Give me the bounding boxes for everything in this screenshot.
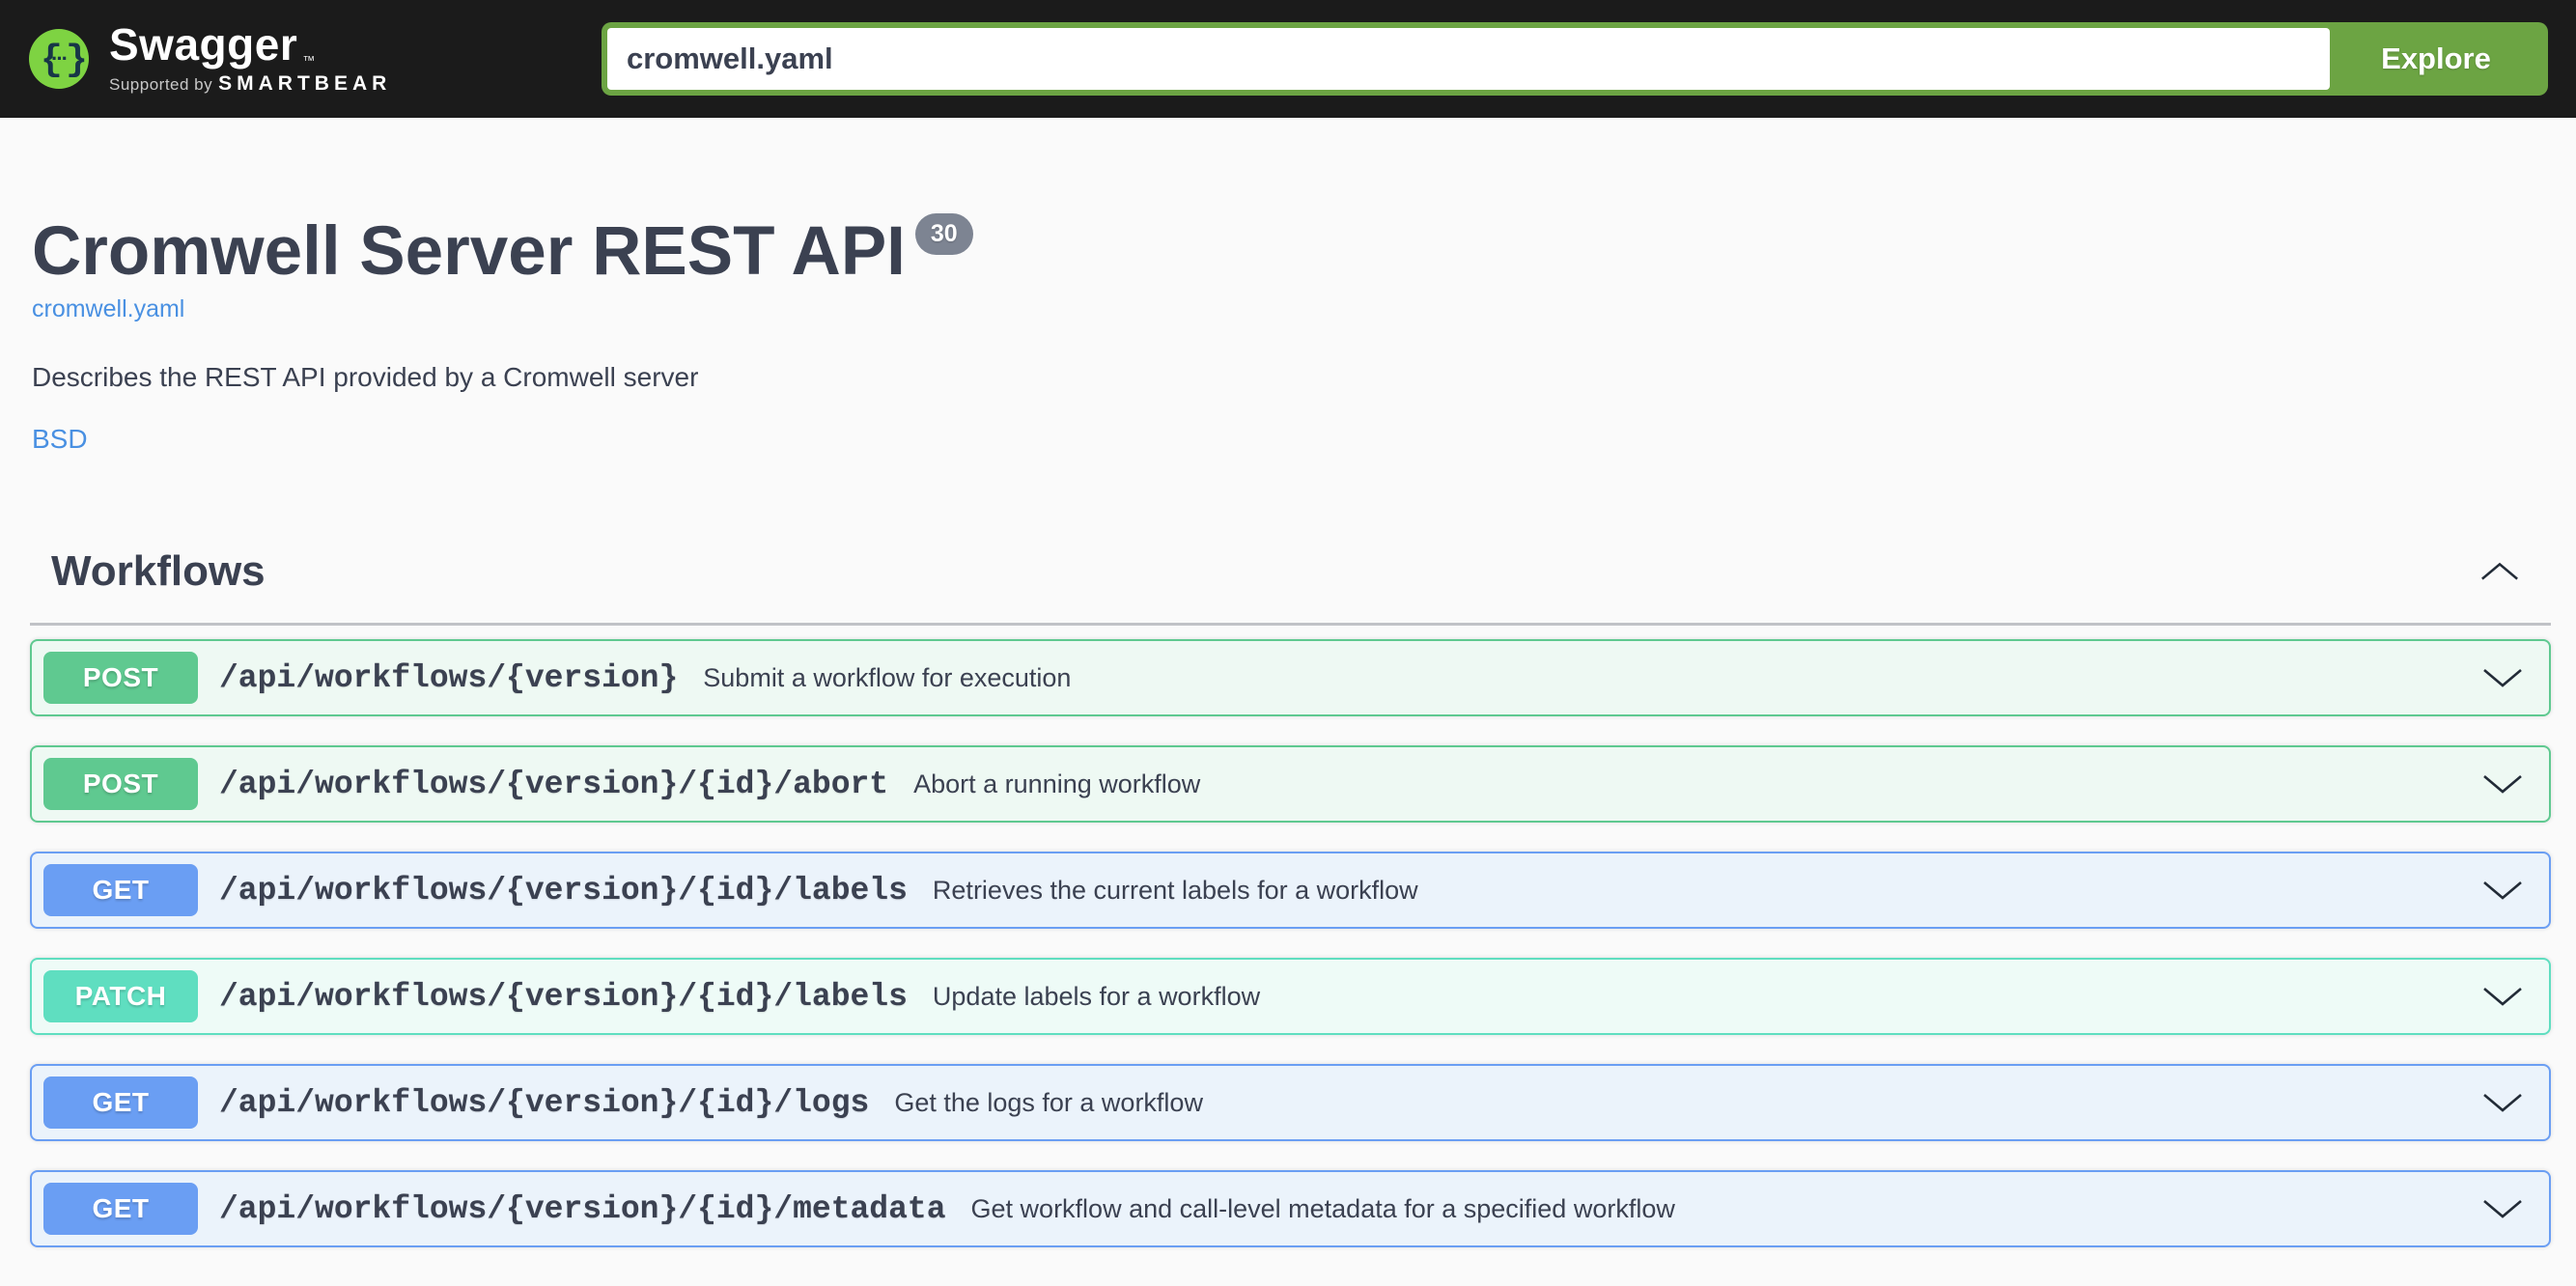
endpoint-list: POST /api/workflows/{version} Submit a w…: [30, 639, 2551, 1248]
endpoint-summary: Get workflow and call-level metadata for…: [970, 1193, 1675, 1223]
endpoint-row[interactable]: GET /api/workflows/{version}/{id}/logs G…: [30, 1064, 2551, 1142]
main-content: Cromwell Server REST API 30 cromwell.yaml…: [0, 118, 2576, 1248]
spec-url-input[interactable]: [607, 28, 2330, 90]
workflows-section: Workflows POST /api/workflows/{version} …: [30, 547, 2551, 1248]
page-title: Cromwell Server REST API 30: [32, 213, 2551, 290]
workflows-section-header[interactable]: Workflows: [30, 547, 2551, 627]
endpoint-path: /api/workflows/{version}/{id}/labels: [219, 872, 908, 909]
trademark-symbol: ™: [302, 53, 316, 68]
smartbear-wordmark: SMARTBEAR: [218, 72, 392, 95]
endpoint-summary: Retrieves the current labels for a workf…: [932, 875, 1418, 905]
endpoint-row[interactable]: POST /api/workflows/{version} Submit a w…: [30, 639, 2551, 717]
swagger-logo-icon: { ··· }: [29, 29, 89, 89]
expand-endpoint-icon[interactable]: [2481, 666, 2524, 689]
swagger-logo[interactable]: { ··· } Swagger ™ Supported by SMARTBEAR: [28, 22, 391, 96]
brand-text: Swagger ™ Supported by SMARTBEAR: [109, 22, 391, 96]
explore-button[interactable]: Explore: [2330, 28, 2542, 90]
endpoint-row[interactable]: POST /api/workflows/{version}/{id}/abort…: [30, 745, 2551, 824]
api-title-text: Cromwell Server REST API: [32, 213, 906, 290]
svg-text:}: }: [66, 40, 88, 81]
endpoint-summary: Get the logs for a workflow: [894, 1087, 1203, 1117]
endpoint-path: /api/workflows/{version}/{id}/labels: [219, 978, 908, 1015]
method-badge: POST: [43, 758, 198, 811]
endpoint-row[interactable]: PATCH /api/workflows/{version}/{id}/labe…: [30, 958, 2551, 1036]
endpoint-summary: Submit a workflow for execution: [703, 662, 1072, 692]
brand-name: Swagger ™: [109, 19, 316, 70]
method-badge: POST: [43, 652, 198, 705]
section-title: Workflows: [51, 547, 266, 596]
endpoint-path: /api/workflows/{version}/{id}/metadata: [219, 1190, 946, 1227]
license-link[interactable]: BSD: [32, 424, 88, 455]
expand-endpoint-icon[interactable]: [2481, 1091, 2524, 1114]
version-badge: 30: [914, 213, 973, 255]
expand-endpoint-icon[interactable]: [2481, 985, 2524, 1008]
spec-url-form: Explore: [602, 22, 2548, 96]
endpoint-summary: Update labels for a workflow: [932, 981, 1261, 1011]
expand-endpoint-icon[interactable]: [2481, 1197, 2524, 1220]
api-description: Describes the REST API provided by a Cro…: [32, 362, 699, 393]
method-badge: GET: [43, 864, 198, 917]
endpoint-path: /api/workflows/{version}/{id}/abort: [219, 766, 889, 802]
expand-endpoint-icon[interactable]: [2481, 772, 2524, 796]
collapse-section-icon[interactable]: [2479, 560, 2520, 583]
supported-by: Supported by SMARTBEAR: [109, 72, 392, 95]
api-info: Cromwell Server REST API 30 cromwell.yaml…: [30, 118, 2551, 455]
method-badge: GET: [43, 1183, 198, 1236]
endpoint-path: /api/workflows/{version}/{id}/logs: [219, 1084, 870, 1121]
method-badge: PATCH: [43, 970, 198, 1023]
expand-endpoint-icon[interactable]: [2481, 879, 2524, 902]
topbar: { ··· } Swagger™ Supported bySMARTBEAR E…: [0, 0, 2576, 118]
svg-text:···: ···: [51, 46, 67, 70]
spec-file-link[interactable]: cromwell.yaml: [32, 295, 184, 323]
endpoint-row[interactable]: GET /api/workflows/{version}/{id}/metada…: [30, 1170, 2551, 1248]
endpoint-path: /api/workflows/{version}: [219, 659, 679, 696]
method-badge: GET: [43, 1076, 198, 1130]
endpoint-summary: Abort a running workflow: [913, 769, 1201, 798]
endpoint-row[interactable]: GET /api/workflows/{version}/{id}/labels…: [30, 852, 2551, 930]
